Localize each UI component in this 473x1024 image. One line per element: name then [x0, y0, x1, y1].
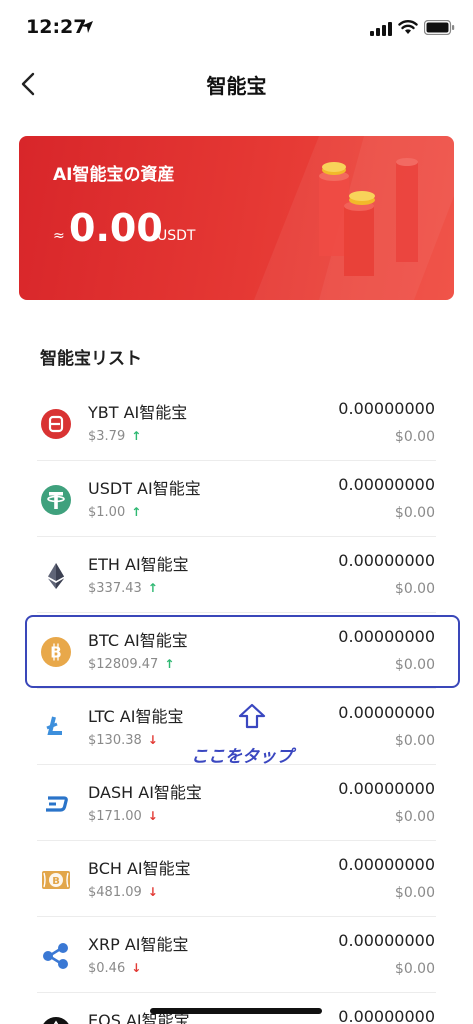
coin-price: $0.46 ↓	[88, 961, 142, 976]
coin-name: ETH AI智能宝	[88, 555, 189, 574]
coin-name: DASH AI智能宝	[88, 783, 202, 802]
eth-icon	[48, 563, 64, 589]
coin-fiat-value: $0.00	[394, 429, 435, 445]
coin-amount: 0.00000000	[338, 855, 435, 874]
page-title: 智能宝	[206, 74, 267, 98]
tap-here-label: ここをタップ	[191, 747, 293, 767]
location-arrow-icon	[81, 21, 93, 33]
coin-row-btc[interactable]: B BTC AI智能宝 $12809.47 ↑ 0.00000000 $0.00	[0, 613, 473, 689]
coin-row-eth[interactable]: ETH AI智能宝 $337.43 ↑ 0.00000000 $0.00	[0, 537, 473, 613]
asset-unit: USDT	[157, 228, 196, 244]
coin-fiat-value: $0.00	[394, 809, 435, 825]
coin-amount: 0.00000000	[338, 703, 435, 722]
coin-fiat-value: $0.00	[394, 581, 435, 597]
battery-icon	[424, 20, 455, 35]
asset-title: AI智能宝の資産	[53, 165, 175, 185]
coin-row-xrp[interactable]: XRP AI智能宝 $0.46 ↓ 0.00000000 $0.00	[0, 917, 473, 993]
svg-text:B: B	[50, 644, 61, 662]
dash-icon	[46, 796, 68, 812]
trend-down-icon: ↓	[131, 961, 142, 975]
status-time: 12:27	[26, 16, 87, 38]
coin-amount: 0.00000000	[338, 399, 435, 418]
coin-price: $3.79 ↑	[88, 429, 142, 444]
wifi-icon	[398, 20, 418, 34]
bch-icon: B	[42, 871, 70, 889]
navigation-bar: 智能宝	[0, 56, 473, 112]
coin-name: USDT AI智能宝	[88, 479, 201, 498]
coin-amount: 0.00000000	[338, 779, 435, 798]
coin-fiat-value: $0.00	[394, 961, 435, 977]
cellular-signal-icon	[370, 22, 392, 36]
asset-value: 0.00	[69, 206, 163, 250]
coin-price: $130.38 ↓	[88, 733, 158, 748]
coin-fiat-value: $0.00	[394, 657, 435, 673]
trend-down-icon: ↓	[147, 733, 158, 747]
coin-fiat-value: $0.00	[394, 505, 435, 521]
trend-up-icon: ↑	[164, 657, 175, 671]
eos-icon	[43, 1017, 69, 1024]
status-bar: 12:27	[0, 0, 473, 56]
coin-amount: 0.00000000	[338, 475, 435, 494]
xrp-icon	[43, 943, 68, 969]
coin-amount: 0.00000000	[338, 931, 435, 950]
svg-text:B: B	[52, 876, 60, 887]
approx-symbol: ≈	[53, 228, 65, 244]
trend-up-icon: ↑	[131, 429, 142, 443]
coin-amount: 0.00000000	[338, 1007, 435, 1024]
coin-row-usdt[interactable]: USDT AI智能宝 $1.00 ↑ 0.00000000 $0.00	[0, 461, 473, 537]
coin-price: $12809.47 ↑	[88, 657, 175, 672]
asset-summary-card: AI智能宝の資産 ≈ 0.00 USDT	[19, 136, 454, 300]
usdt-icon	[41, 485, 71, 515]
coin-price: $1.00 ↑	[88, 505, 142, 520]
coin-amount: 0.00000000	[338, 551, 435, 570]
coin-name: XRP AI智能宝	[88, 935, 189, 954]
coin-stack-illustration	[319, 158, 418, 276]
coin-name: YBT AI智能宝	[88, 403, 188, 422]
coin-price: $171.00 ↓	[88, 809, 158, 824]
trend-down-icon: ↓	[147, 809, 158, 823]
trend-down-icon: ↓	[147, 885, 158, 899]
coin-price: $337.43 ↑	[88, 581, 158, 596]
coin-row-dash[interactable]: DASH AI智能宝 $171.00 ↓ 0.00000000 $0.00	[0, 765, 473, 841]
coin-name: BCH AI智能宝	[88, 859, 191, 878]
coin-row-ybt[interactable]: YBT AI智能宝 $3.79 ↑ 0.00000000 $0.00	[0, 385, 473, 461]
trend-up-icon: ↑	[147, 581, 158, 595]
coin-row-bch[interactable]: B BCH AI智能宝 $481.09 ↓ 0.00000000 $0.00	[0, 841, 473, 917]
coin-fiat-value: $0.00	[394, 885, 435, 901]
coin-amount: 0.00000000	[338, 627, 435, 646]
home-indicator[interactable]	[150, 1008, 322, 1014]
section-title: 智能宝リスト	[40, 349, 142, 369]
coin-price: $481.09 ↓	[88, 885, 158, 900]
coin-name: LTC AI智能宝	[88, 707, 184, 726]
btc-icon: B	[41, 637, 71, 667]
coin-fiat-value: $0.00	[394, 733, 435, 749]
ltc-icon	[46, 716, 62, 735]
up-arrow-icon	[238, 703, 266, 729]
coin-name: BTC AI智能宝	[88, 631, 188, 650]
ybt-icon	[41, 409, 71, 439]
trend-up-icon: ↑	[131, 505, 142, 519]
